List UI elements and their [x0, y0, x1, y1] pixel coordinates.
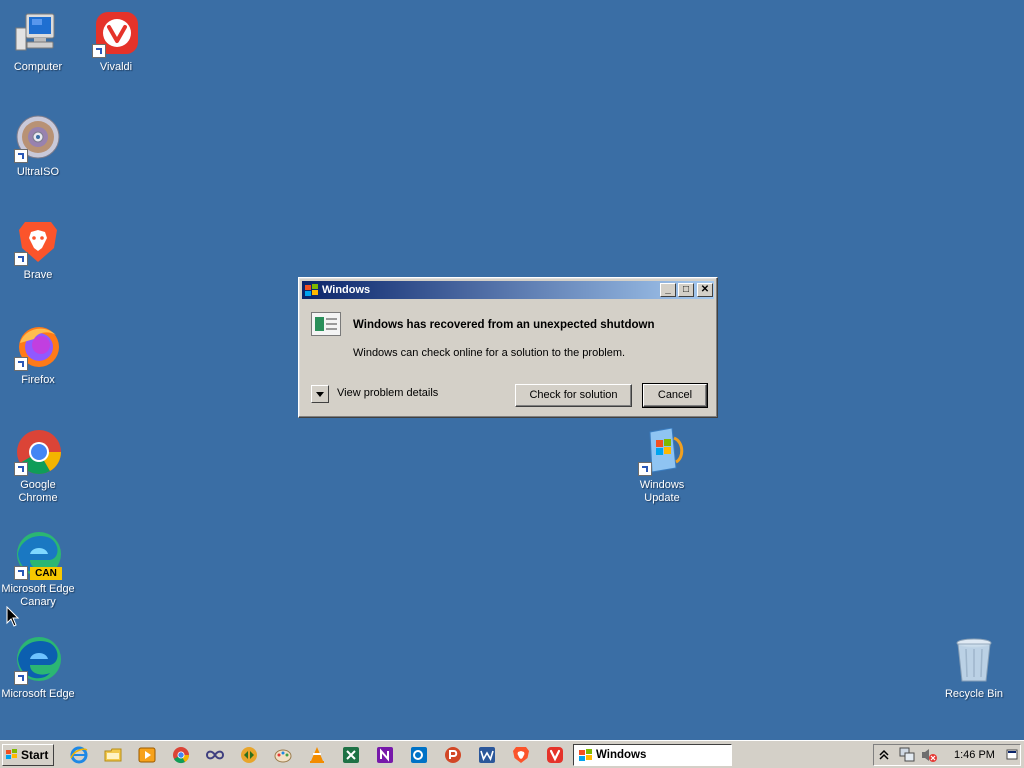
- cancel-button[interactable]: Cancel: [642, 383, 708, 408]
- edge-canary-icon: CAN: [14, 532, 62, 580]
- mouse-cursor-icon: [6, 606, 20, 627]
- shortcut-arrow-icon: [14, 671, 28, 685]
- desktop-icon-firefox[interactable]: Firefox: [0, 323, 76, 387]
- chrome-icon[interactable]: [172, 746, 190, 764]
- paint-icon[interactable]: [274, 746, 292, 764]
- windows-flag-icon: [6, 749, 17, 759]
- chrome-icon: [14, 428, 62, 476]
- desktop-icon-label: Vivaldi: [99, 61, 133, 73]
- desktop-icon-label: Recycle Bin: [944, 688, 1004, 700]
- ie-icon[interactable]: [70, 746, 88, 764]
- vivaldi-icon[interactable]: [546, 746, 564, 764]
- chevron-up-icon[interactable]: [878, 748, 890, 762]
- vivaldi-icon: [92, 10, 140, 58]
- start-label: Start: [21, 748, 49, 762]
- recovery-dialog: Windows _ □ ✕ Windows has recovered from…: [298, 277, 718, 418]
- desktop-icon-computer[interactable]: Computer: [0, 10, 76, 74]
- vlc-icon[interactable]: [308, 746, 326, 764]
- computer-icon: [14, 10, 62, 58]
- desktop-icon-google-chrome[interactable]: Google Chrome: [0, 428, 76, 505]
- dialog-title: Windows: [322, 284, 371, 296]
- system-tray: 1:46 PM: [873, 744, 1021, 766]
- desktop-icon-brave[interactable]: Brave: [0, 218, 76, 282]
- desktop-icon-label: Google Chrome: [18, 479, 58, 504]
- desktop-icon-label: Windows Update: [639, 479, 685, 504]
- dialog-message: Windows can check online for a solution …: [353, 347, 626, 359]
- shortcut-arrow-icon: [14, 149, 28, 163]
- shortcut-arrow-icon: [14, 357, 28, 371]
- details-label[interactable]: View problem details: [337, 387, 438, 399]
- desktop-icon-label: Computer: [13, 61, 63, 73]
- desktop-icon-label: Brave: [23, 269, 53, 281]
- onenote-icon[interactable]: [376, 746, 394, 764]
- shortcut-arrow-icon: [14, 252, 28, 266]
- windows-logo-icon: [305, 284, 318, 296]
- desktop-icon-label: Microsoft Edge: [1, 688, 75, 700]
- outlook-icon[interactable]: [410, 746, 428, 764]
- shortcut-arrow-icon: [92, 44, 106, 58]
- powerpoint-icon[interactable]: [444, 746, 462, 764]
- maximize-button[interactable]: □: [678, 283, 694, 297]
- window-info-icon: [311, 312, 341, 336]
- edge-icon: [14, 637, 62, 685]
- infinity-icon[interactable]: [206, 746, 224, 764]
- firefox-icon: [14, 323, 62, 371]
- shortcut-arrow-icon: [638, 462, 652, 476]
- close-button[interactable]: ✕: [697, 283, 713, 297]
- minimize-button[interactable]: _: [660, 283, 676, 297]
- desktop-icon-label: Firefox: [21, 374, 55, 386]
- dialog-heading: Windows has recovered from an unexpected…: [353, 319, 655, 331]
- taskbar-item-windows[interactable]: Windows: [573, 744, 732, 766]
- shortcut-arrow-icon: [14, 566, 28, 580]
- details-toggle-button[interactable]: [311, 385, 329, 403]
- media-player-icon[interactable]: [138, 746, 156, 764]
- windows-logo-icon: [579, 749, 592, 761]
- taskbar-item-label: Windows: [596, 749, 647, 761]
- brave-icon[interactable]: [512, 746, 530, 764]
- clock[interactable]: 1:46 PM: [954, 749, 995, 761]
- start-button[interactable]: Start: [2, 744, 54, 766]
- network-icon[interactable]: [898, 747, 916, 763]
- excel-icon[interactable]: [342, 746, 360, 764]
- desktop-icon-edge[interactable]: Microsoft Edge: [0, 637, 76, 701]
- desktop-icon-label: UltraISO: [16, 166, 60, 178]
- taskbar: Start Windows 1:46 PM: [0, 740, 1024, 768]
- canary-badge: CAN: [30, 567, 62, 580]
- explorer-icon[interactable]: [104, 746, 122, 764]
- show-desktop-icon[interactable]: [1006, 748, 1018, 762]
- desktop-icon-edge-canary[interactable]: CAN Microsoft Edge Canary: [0, 532, 76, 609]
- volume-muted-icon[interactable]: [920, 747, 938, 763]
- winamp-icon[interactable]: [240, 746, 258, 764]
- recycle-bin-icon: [950, 637, 998, 685]
- word-icon[interactable]: [478, 746, 496, 764]
- brave-icon: [14, 218, 62, 266]
- windows-update-icon: [638, 427, 686, 476]
- check-for-solution-button[interactable]: Check for solution: [515, 384, 632, 407]
- dialog-titlebar[interactable]: Windows _ □ ✕: [302, 281, 714, 299]
- ultraiso-icon: [14, 115, 62, 163]
- desktop-icon-recycle-bin[interactable]: Recycle Bin: [936, 637, 1012, 701]
- desktop-icon-vivaldi[interactable]: Vivaldi: [78, 10, 154, 74]
- desktop-icon-ultraiso[interactable]: UltraISO: [0, 115, 76, 179]
- shortcut-arrow-icon: [14, 462, 28, 476]
- desktop-icon-windows-update[interactable]: Windows Update: [624, 427, 700, 505]
